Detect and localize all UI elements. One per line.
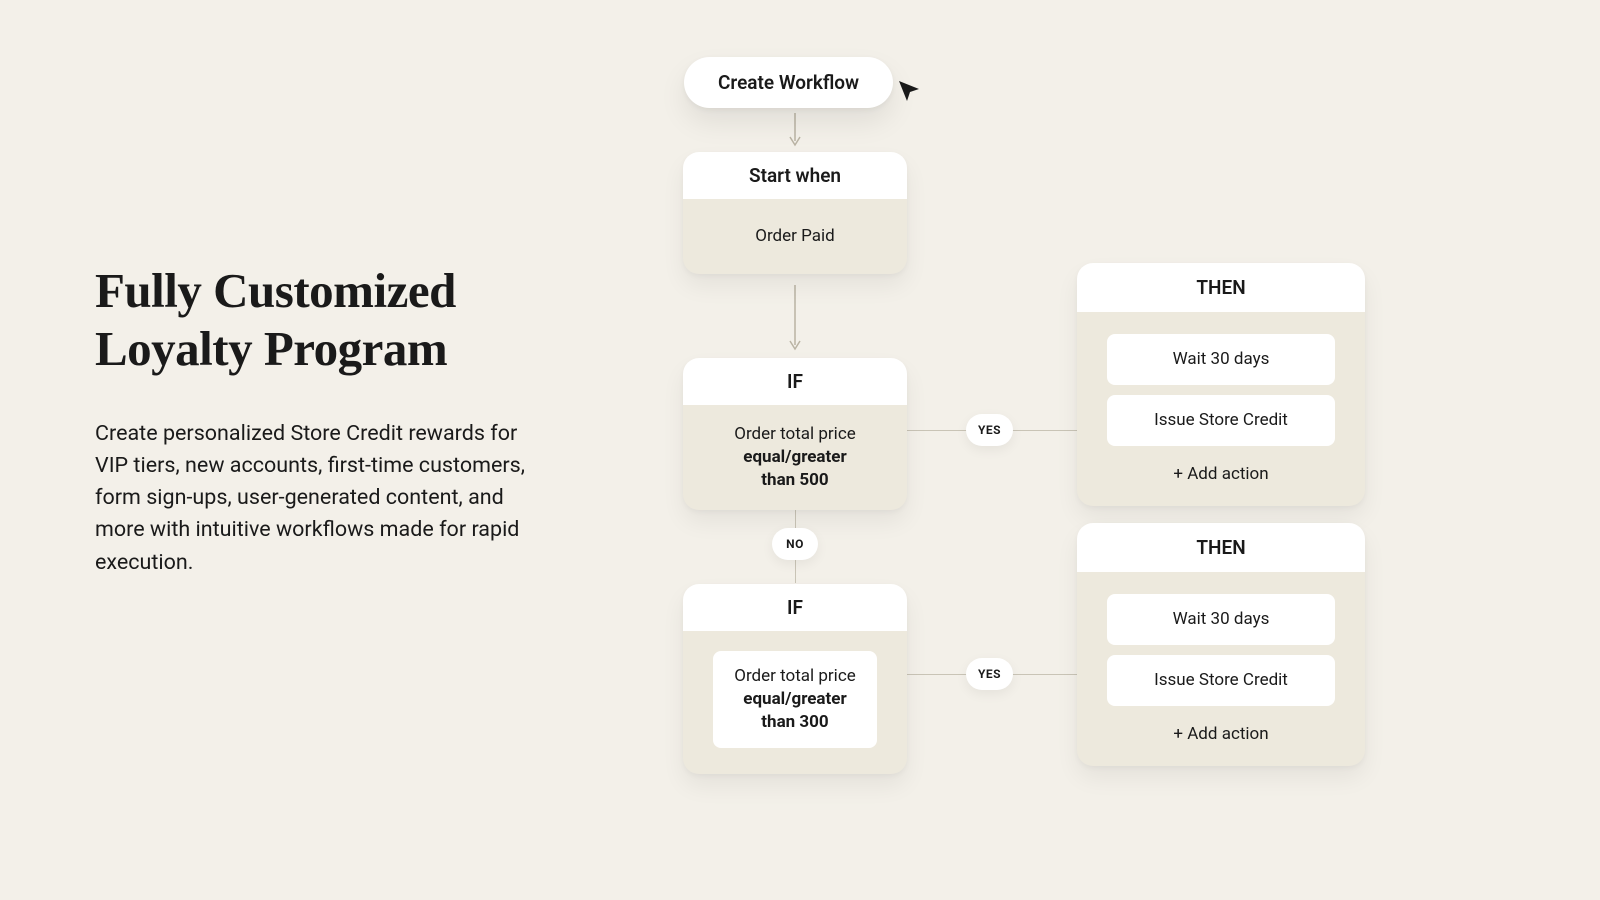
then-1-add-action[interactable]: + Add action bbox=[1107, 464, 1335, 484]
then-node-2-body: Wait 30 days Issue Store Credit + Add ac… bbox=[1077, 572, 1365, 766]
condition-node-2-header: IF bbox=[683, 584, 907, 631]
arrow-down-icon bbox=[789, 285, 801, 355]
no-badge-label: NO bbox=[786, 537, 804, 551]
yes-badge-1-label: YES bbox=[978, 423, 1001, 437]
start-node[interactable]: Start when Order Paid bbox=[683, 152, 907, 274]
condition-1-line2: equal/greater bbox=[697, 446, 893, 469]
workflow-diagram: Create Workflow Start when Order Paid IF… bbox=[0, 0, 1600, 900]
condition-2-line2: equal/greater bbox=[723, 688, 867, 711]
yes-badge-1: YES bbox=[966, 414, 1013, 446]
then-node-2-header: THEN bbox=[1077, 523, 1365, 572]
then-2-add-action[interactable]: + Add action bbox=[1107, 724, 1335, 744]
then-node-2[interactable]: THEN Wait 30 days Issue Store Credit + A… bbox=[1077, 523, 1365, 766]
condition-node-2-body: Order total price equal/greater than 300 bbox=[683, 631, 907, 774]
then-2-action-1[interactable]: Wait 30 days bbox=[1107, 594, 1335, 645]
start-node-body: Order Paid bbox=[683, 199, 907, 274]
condition-node-2[interactable]: IF Order total price equal/greater than … bbox=[683, 584, 907, 774]
create-workflow-button[interactable]: Create Workflow bbox=[684, 57, 893, 108]
condition-2-line3: than 300 bbox=[723, 711, 867, 734]
condition-1-line1: Order total price bbox=[734, 424, 855, 444]
cursor-icon bbox=[897, 79, 921, 103]
start-node-header: Start when bbox=[683, 152, 907, 199]
then-2-action-2[interactable]: Issue Store Credit bbox=[1107, 655, 1335, 706]
condition-2-line1: Order total price bbox=[734, 666, 855, 686]
then-node-1[interactable]: THEN Wait 30 days Issue Store Credit + A… bbox=[1077, 263, 1365, 506]
create-workflow-label: Create Workflow bbox=[718, 71, 859, 94]
arrow-down-icon bbox=[789, 113, 801, 149]
condition-node-1[interactable]: IF Order total price equal/greater than … bbox=[683, 358, 907, 510]
then-1-action-2[interactable]: Issue Store Credit bbox=[1107, 395, 1335, 446]
then-node-1-body: Wait 30 days Issue Store Credit + Add ac… bbox=[1077, 312, 1365, 506]
condition-node-1-header: IF bbox=[683, 358, 907, 405]
yes-badge-2-label: YES bbox=[978, 667, 1001, 681]
no-badge: NO bbox=[772, 528, 818, 560]
then-node-1-header: THEN bbox=[1077, 263, 1365, 312]
yes-badge-2: YES bbox=[966, 658, 1013, 690]
condition-node-1-body: Order total price equal/greater than 500 bbox=[683, 405, 907, 510]
condition-2-chip: Order total price equal/greater than 300 bbox=[713, 651, 877, 748]
condition-1-line3: than 500 bbox=[697, 469, 893, 492]
then-1-action-1[interactable]: Wait 30 days bbox=[1107, 334, 1335, 385]
